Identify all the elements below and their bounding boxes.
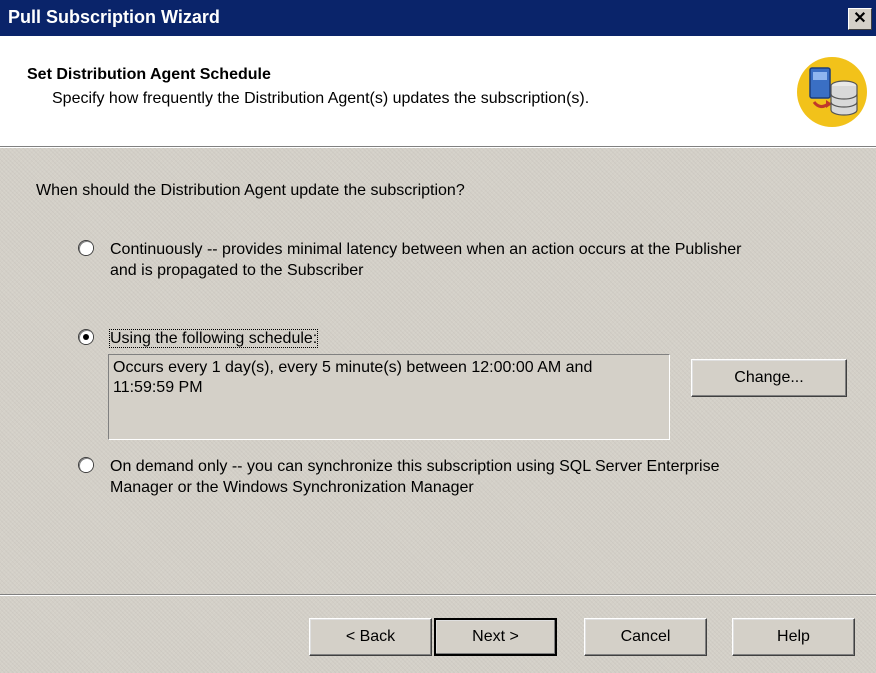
page-subtitle: Specify how frequently the Distribution …	[52, 90, 590, 107]
option-continuously-line2: and is propagated to the Subscriber	[110, 262, 364, 279]
help-button[interactable]: Help	[732, 618, 855, 656]
next-button[interactable]: Next >	[434, 618, 557, 656]
option-schedule-line1: Using the following schedule:	[108, 329, 319, 348]
close-icon[interactable]: ✕	[848, 8, 872, 30]
cancel-button[interactable]: Cancel	[584, 618, 707, 656]
option-on-demand-label: On demand only -- you can synchronize th…	[110, 456, 850, 498]
option-schedule-label: Using the following schedule:	[108, 328, 850, 349]
page-title: Set Distribution Agent Schedule	[27, 66, 271, 83]
question-label: When should the Distribution Agent updat…	[36, 182, 465, 199]
option-continuously-label: Continuously -- provides minimal latency…	[110, 239, 850, 281]
schedule-line1: Occurs every 1 day(s), every 5 minute(s)…	[113, 359, 593, 376]
radio-schedule[interactable]	[79, 330, 93, 344]
wizard-body: When should the Distribution Agent updat…	[0, 148, 876, 673]
title-bar: Pull Subscription Wizard ✕	[0, 0, 876, 36]
option-continuously-line1: Continuously -- provides minimal latency…	[110, 241, 742, 258]
back-button[interactable]: < Back	[309, 618, 432, 656]
footer-divider	[0, 594, 876, 596]
option-on-demand-line1: On demand only -- you can synchronize th…	[110, 458, 720, 475]
option-on-demand-line2: Manager or the Windows Synchronization M…	[110, 479, 474, 496]
schedule-description: Occurs every 1 day(s), every 5 minute(s)…	[108, 354, 670, 440]
radio-on-demand[interactable]	[79, 458, 93, 472]
server-database-icon	[797, 57, 867, 127]
change-button[interactable]: Change...	[691, 359, 847, 397]
wizard-header: Set Distribution Agent Schedule Specify …	[0, 36, 876, 146]
window-title: Pull Subscription Wizard	[8, 7, 220, 27]
radio-continuously[interactable]	[79, 241, 93, 255]
schedule-line2: 11:59:59 PM	[113, 379, 203, 396]
wizard-window: Pull Subscription Wizard ✕ Set Distribut…	[0, 0, 876, 673]
